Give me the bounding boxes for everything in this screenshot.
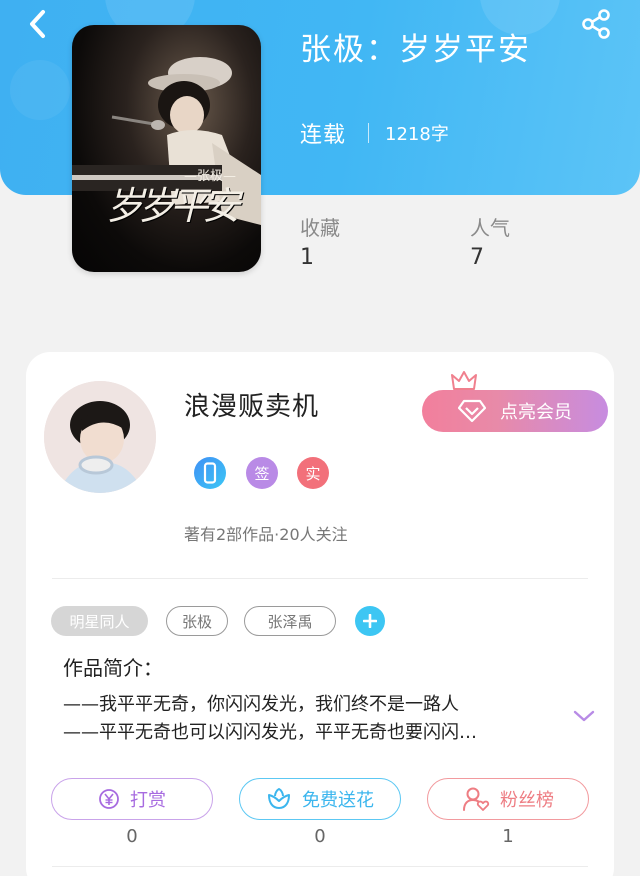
- vip-area: 点亮会员: [422, 370, 608, 432]
- favorites-label: 收藏: [300, 216, 340, 240]
- word-count: 1218字: [385, 124, 449, 145]
- intro-title: 作品简介：: [63, 656, 163, 680]
- serial-status: 连载: [300, 123, 347, 148]
- book-title: 张极：岁岁平安: [300, 32, 531, 68]
- back-button[interactable]: [18, 4, 58, 44]
- fans-rank-button[interactable]: 粉丝榜: [427, 778, 589, 820]
- chevron-down-icon: [573, 710, 595, 722]
- tip-button[interactable]: 打赏: [51, 778, 213, 820]
- vip-button[interactable]: 点亮会员: [422, 390, 608, 432]
- yen-icon: [98, 788, 120, 810]
- real-name-badge: 实: [297, 457, 329, 489]
- book-cover[interactable]: 岁岁平安 —张极—: [72, 25, 261, 272]
- popularity-label: 人气: [470, 216, 510, 240]
- decor-bubble: [10, 60, 70, 120]
- cover-illustration: [72, 57, 261, 225]
- share-button[interactable]: [574, 2, 618, 46]
- add-tag-button[interactable]: [355, 606, 385, 636]
- back-arrow-icon: [30, 10, 45, 38]
- intro-line: ——我平平无奇，你闪闪发光，我们终不是一路人: [63, 694, 459, 715]
- fans-rank-label: 粉丝榜: [500, 790, 554, 811]
- intro-line: ——平平无奇也可以闪闪发光，平平无奇也要闪闪…: [63, 722, 477, 743]
- book-status-row: 连载 1218字: [300, 118, 449, 148]
- send-flower-label: 免费送花: [302, 790, 374, 811]
- author-works-info: 著有2部作品·20人关注: [184, 525, 348, 544]
- tip-label: 打赏: [130, 790, 166, 811]
- author-avatar[interactable]: [44, 381, 156, 493]
- tip-count: 0: [126, 826, 138, 847]
- user-heart-icon: [462, 786, 490, 812]
- avatar-illustration: [44, 381, 156, 493]
- popularity-value: 7: [470, 245, 484, 270]
- divider: [52, 578, 588, 579]
- author-name[interactable]: 浪漫贩卖机: [184, 386, 319, 423]
- tag-item[interactable]: 张泽禹: [244, 606, 336, 636]
- tag-category[interactable]: 明星同人: [51, 606, 148, 636]
- expand-intro-button[interactable]: [570, 706, 598, 726]
- plus-icon: [363, 614, 377, 628]
- flower-icon: [266, 787, 292, 811]
- signed-badge: 签: [246, 457, 278, 489]
- status-divider: [368, 123, 370, 143]
- divider: [52, 866, 588, 867]
- diamond-icon: [458, 399, 486, 423]
- flower-count: 0: [314, 826, 326, 847]
- crown-icon: [451, 371, 477, 390]
- send-flower-button[interactable]: 免费送花: [239, 778, 401, 820]
- phone-verified-badge: [194, 457, 226, 489]
- vip-label: 点亮会员: [500, 402, 572, 423]
- tag-item[interactable]: 张极: [166, 606, 228, 636]
- share-icon: [582, 9, 610, 39]
- favorites-value: 1: [300, 245, 314, 270]
- cover-small-text: —张极—: [184, 169, 237, 184]
- fans-count: 1: [502, 826, 514, 847]
- phone-icon: [203, 462, 217, 484]
